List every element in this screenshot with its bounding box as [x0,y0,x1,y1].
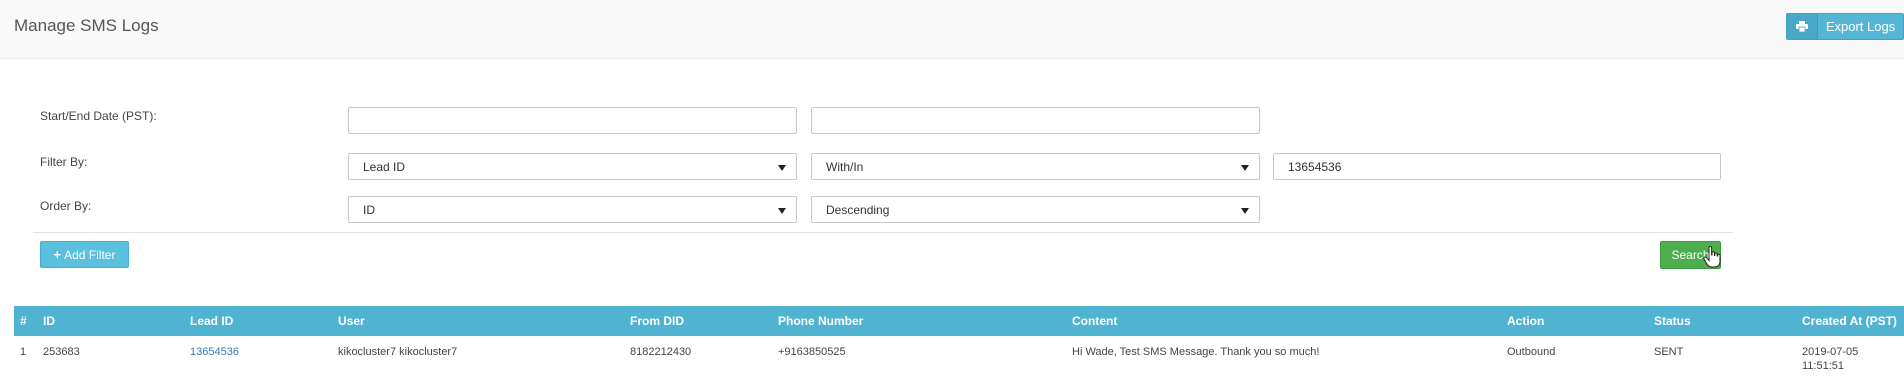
chevron-down-icon [778,208,786,214]
row-id: 253683 [43,346,80,358]
filter-operator-select[interactable]: With/In [811,153,1260,180]
filter-by-label: Filter By: [40,155,88,169]
filter-field-value: Lead ID [363,160,406,174]
column-header-number: # [20,314,27,328]
column-header-user[interactable]: User [338,306,365,336]
add-filter-button[interactable]: + Add Filter [40,241,129,268]
row-status: SENT [1654,346,1684,358]
column-header-action[interactable]: Action [1507,306,1544,336]
page-title: Manage SMS Logs [14,16,159,35]
column-header-id[interactable]: ID [43,306,55,336]
filter-operator-value: With/In [826,160,864,174]
row-created-time: 11:51:51 [1802,360,1845,372]
filter-value-input[interactable] [1273,153,1721,180]
chevron-down-icon [778,165,786,171]
table-header: # ID Lead ID User From DID Phone Number … [14,306,1904,336]
row-action: Outbound [1507,346,1556,358]
column-header-content[interactable]: Content [1072,306,1117,336]
row-number: 1 [20,346,27,358]
page-header: Manage SMS Logs Export Logs [0,0,1904,59]
row-created-date: 2019-07-05 [1802,346,1859,358]
printer-icon [1787,14,1818,39]
export-logs-button[interactable]: Export Logs [1786,13,1904,40]
start-date-input[interactable] [348,107,797,134]
order-field-select[interactable]: ID [348,196,797,223]
row-content: Hi Wade, Test SMS Message. Thank you so … [1072,346,1320,358]
order-direction-select[interactable]: Descending [811,196,1260,223]
order-by-label: Order By: [40,199,92,213]
chevron-down-icon [1241,165,1249,171]
order-field-value: ID [363,203,375,217]
form-divider [33,232,1733,233]
plus-icon: + [53,247,62,262]
export-logs-label: Export Logs [1825,19,1896,34]
add-filter-label: Add Filter [64,247,116,262]
order-direction-value: Descending [826,203,890,217]
end-date-input[interactable] [811,107,1260,134]
row-lead-id-link[interactable]: 13654536 [190,346,239,358]
filter-field-select[interactable]: Lead ID [348,153,797,180]
column-header-status[interactable]: Status [1654,306,1691,336]
chevron-down-icon [1241,208,1249,214]
hand-cursor-icon [1703,246,1721,268]
column-header-from-did[interactable]: From DID [630,306,684,336]
row-user: kikocluster7 kikocluster7 [338,346,458,358]
row-from-did: 8182212430 [630,346,692,358]
row-phone-number: +9163850525 [778,346,846,358]
column-header-phone-number[interactable]: Phone Number [778,306,863,336]
column-header-created-at[interactable]: Created At (PST) [1802,306,1897,336]
date-range-label: Start/End Date (PST): [40,109,157,123]
column-header-lead-id[interactable]: Lead ID [190,306,233,336]
